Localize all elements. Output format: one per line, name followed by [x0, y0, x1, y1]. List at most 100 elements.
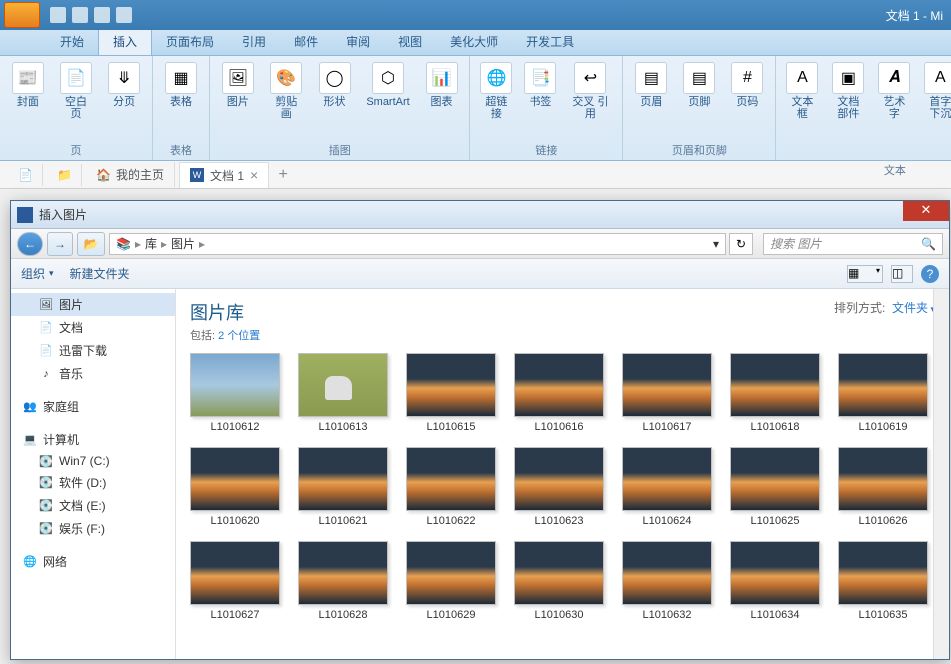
- nav-back-button[interactable]: ←: [17, 232, 43, 256]
- ribbon-tab-2[interactable]: 页面布局: [152, 28, 228, 55]
- thumbnail-label: L1010628: [319, 609, 368, 621]
- ribbon-tab-0[interactable]: 开始: [46, 28, 98, 55]
- thumbnail-L1010629[interactable]: L1010629: [406, 541, 496, 621]
- illust-button-2[interactable]: ◯形状: [315, 60, 355, 110]
- text-button-2[interactable]: 𝑨艺术字: [876, 60, 912, 122]
- page-button-1[interactable]: 📄空白页: [56, 60, 97, 122]
- window-titlebar: 文档 1 - Mi: [0, 0, 951, 30]
- thumbnail-L1010632[interactable]: L1010632: [622, 541, 712, 621]
- sidebar-icon: 📄: [39, 321, 53, 335]
- thumbnail-L1010628[interactable]: L1010628: [298, 541, 388, 621]
- illust-button-4[interactable]: 📊图表: [422, 60, 462, 110]
- sidebar-item-迅雷下载[interactable]: 📄迅雷下载: [11, 339, 175, 362]
- text-button-3[interactable]: A首字下沉: [920, 60, 951, 122]
- thumbnail-L1010625[interactable]: L1010625: [730, 447, 820, 527]
- thumbnail-L1010621[interactable]: L1010621: [298, 447, 388, 527]
- page-button-0[interactable]: 📰封面: [8, 60, 48, 110]
- thumbnail-L1010616[interactable]: L1010616: [514, 353, 604, 433]
- thumbnail-L1010617[interactable]: L1010617: [622, 353, 712, 433]
- sidebar-item-软件 (D:)[interactable]: 💽软件 (D:): [11, 471, 175, 494]
- sort-control[interactable]: 排列方式: 文件夹: [834, 299, 935, 316]
- sidebar-item-计算机[interactable]: 💻计算机: [11, 428, 175, 451]
- thumbnail-label: L1010626: [859, 515, 908, 527]
- ribbon-tab-5[interactable]: 审阅: [332, 28, 384, 55]
- new-folder-button[interactable]: 新建文件夹: [70, 265, 130, 282]
- links-icon-2: ↩: [574, 62, 606, 94]
- text-button-1[interactable]: ▣文档部件: [828, 60, 868, 122]
- thumbnail-L1010622[interactable]: L1010622: [406, 447, 496, 527]
- sidebar-item-音乐[interactable]: ♪音乐: [11, 362, 175, 385]
- ribbon-tab-1[interactable]: 插入: [98, 27, 152, 55]
- hf-button-2[interactable]: #页码: [727, 60, 767, 110]
- illust-button-0[interactable]: 🖼图片: [218, 60, 258, 110]
- thumbnail-L1010612[interactable]: L1010612: [190, 353, 280, 433]
- thumbnail-image: [622, 353, 712, 417]
- dialog-icon: [17, 207, 33, 223]
- breadcrumb-dropdown-icon[interactable]: ▾: [713, 237, 719, 251]
- tab-doc1[interactable]: W 文档 1 ×: [179, 162, 269, 188]
- illust-button-3[interactable]: ⬡SmartArt: [362, 60, 413, 110]
- page-button-2[interactable]: ⤋分页: [104, 60, 144, 110]
- illust-button-1[interactable]: 🎨剪贴画: [266, 60, 307, 122]
- links-button-2[interactable]: ↩交叉 引用: [566, 60, 614, 122]
- dialog-close-button[interactable]: ✕: [903, 201, 949, 221]
- thumbnail-L1010620[interactable]: L1010620: [190, 447, 280, 527]
- text-icon-3: A: [924, 62, 951, 94]
- text-button-0[interactable]: A文本框: [784, 60, 820, 122]
- sidebar-item-娱乐 (F:)[interactable]: 💽娱乐 (F:): [11, 517, 175, 540]
- ribbon-tab-7[interactable]: 美化大师: [436, 28, 512, 55]
- thumbnail-L1010627[interactable]: L1010627: [190, 541, 280, 621]
- office-button[interactable]: [4, 2, 40, 28]
- sidebar-item-图片[interactable]: 🖼图片: [11, 293, 175, 316]
- sidebar-item-家庭组[interactable]: 👥家庭组: [11, 395, 175, 418]
- tab-new-doc[interactable]: 📄: [8, 164, 43, 186]
- sidebar-item-文档[interactable]: 📄文档: [11, 316, 175, 339]
- bc-item-0[interactable]: 库: [145, 235, 157, 252]
- qat-save-icon[interactable]: [50, 7, 66, 23]
- search-input[interactable]: 搜索 图片 🔍: [763, 233, 943, 255]
- thumbnail-L1010624[interactable]: L1010624: [622, 447, 712, 527]
- preview-pane-button[interactable]: ◫: [891, 265, 913, 283]
- organize-button[interactable]: 组织: [21, 265, 54, 282]
- thumbnail-L1010623[interactable]: L1010623: [514, 447, 604, 527]
- library-locations-link[interactable]: 2 个位置: [218, 330, 260, 342]
- thumbnail-L1010619[interactable]: L1010619: [838, 353, 928, 433]
- breadcrumb[interactable]: 📚 ▸ 库 ▸ 图片 ▸ ▾: [109, 233, 726, 255]
- thumbnail-L1010635[interactable]: L1010635: [838, 541, 928, 621]
- sidebar-item-文档 (E:)[interactable]: 💽文档 (E:): [11, 494, 175, 517]
- add-tab-button[interactable]: +: [273, 166, 293, 184]
- thumbnail-L1010618[interactable]: L1010618: [730, 353, 820, 433]
- thumbnail-L1010630[interactable]: L1010630: [514, 541, 604, 621]
- thumbnail-L1010615[interactable]: L1010615: [406, 353, 496, 433]
- sidebar-item-网络[interactable]: 🌐网络: [11, 550, 175, 573]
- thumbnail-L1010626[interactable]: L1010626: [838, 447, 928, 527]
- view-mode-button[interactable]: ▦▾: [847, 265, 883, 283]
- help-button[interactable]: ?: [921, 265, 939, 283]
- thumbnail-L1010613[interactable]: L1010613: [298, 353, 388, 433]
- nav-refresh-button[interactable]: ↻: [729, 233, 753, 255]
- nav-forward-button[interactable]: →: [47, 232, 73, 256]
- scrollbar[interactable]: [933, 289, 949, 659]
- sidebar-item-Win7 (C:)[interactable]: 💽Win7 (C:): [11, 451, 175, 471]
- ribbon-tab-3[interactable]: 引用: [228, 28, 280, 55]
- table-button-0[interactable]: ▦表格: [161, 60, 201, 110]
- thumbnail-L1010634[interactable]: L1010634: [730, 541, 820, 621]
- tab-folder[interactable]: 📁: [47, 164, 82, 186]
- qat-redo-icon[interactable]: [94, 7, 110, 23]
- links-button-1[interactable]: 📑书签: [522, 60, 558, 110]
- ribbon-tab-4[interactable]: 邮件: [280, 28, 332, 55]
- sidebar-icon: 💻: [23, 433, 37, 447]
- hf-button-1[interactable]: ▤页脚: [679, 60, 719, 110]
- ribbon-tab-8[interactable]: 开发工具: [512, 28, 588, 55]
- ribbon-tab-6[interactable]: 视图: [384, 28, 436, 55]
- qat-undo-icon[interactable]: [72, 7, 88, 23]
- links-button-0[interactable]: 🌐超链接: [478, 60, 514, 122]
- hf-button-0[interactable]: ▤页眉: [631, 60, 671, 110]
- tab-close-button[interactable]: ×: [250, 167, 258, 183]
- bc-item-1[interactable]: 图片: [171, 235, 195, 252]
- sort-value[interactable]: 文件夹: [892, 301, 935, 315]
- sidebar-icon: 💽: [39, 476, 53, 490]
- tab-home[interactable]: 🏠 我的主页: [86, 162, 175, 187]
- qat-print-icon[interactable]: [116, 7, 132, 23]
- nav-up-button[interactable]: 📂: [77, 232, 105, 256]
